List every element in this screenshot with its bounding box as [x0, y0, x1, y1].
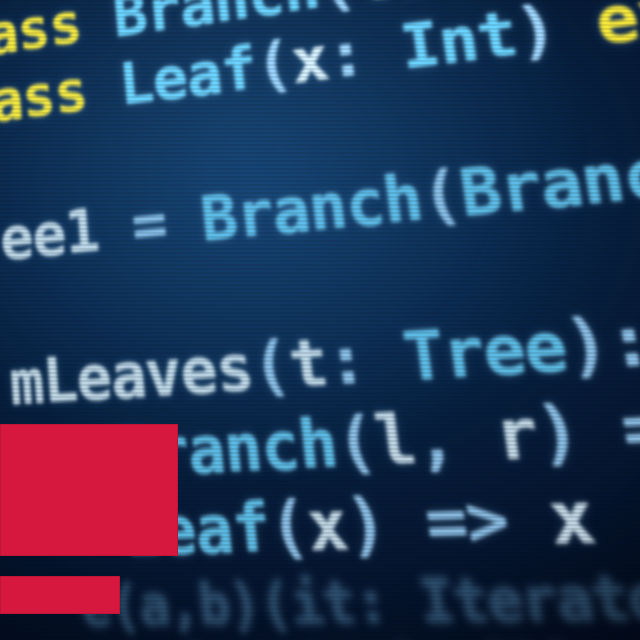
code-token: : — [322, 319, 409, 402]
screenshot-viewport: reeass Branch(left: Trass Leaf(x: Int) e… — [0, 0, 640, 640]
code-token: ): — [559, 297, 640, 388]
code-token: ee1 — [0, 192, 135, 275]
code-token: : — [323, 13, 406, 94]
code-token: ) — [510, 0, 602, 70]
code-token — [3, 273, 41, 347]
code-token — [0, 133, 30, 205]
code-token: ) — [531, 387, 629, 475]
overlay-logo-block-small — [0, 576, 120, 614]
code-token: Tree — [399, 307, 572, 398]
overlay-logo-block — [0, 424, 178, 556]
code-token: , — [409, 394, 501, 480]
code-token: ) — [341, 481, 431, 566]
code-token: = — [129, 184, 205, 263]
code-token: => — [420, 476, 556, 564]
code-token: Int — [396, 0, 522, 85]
